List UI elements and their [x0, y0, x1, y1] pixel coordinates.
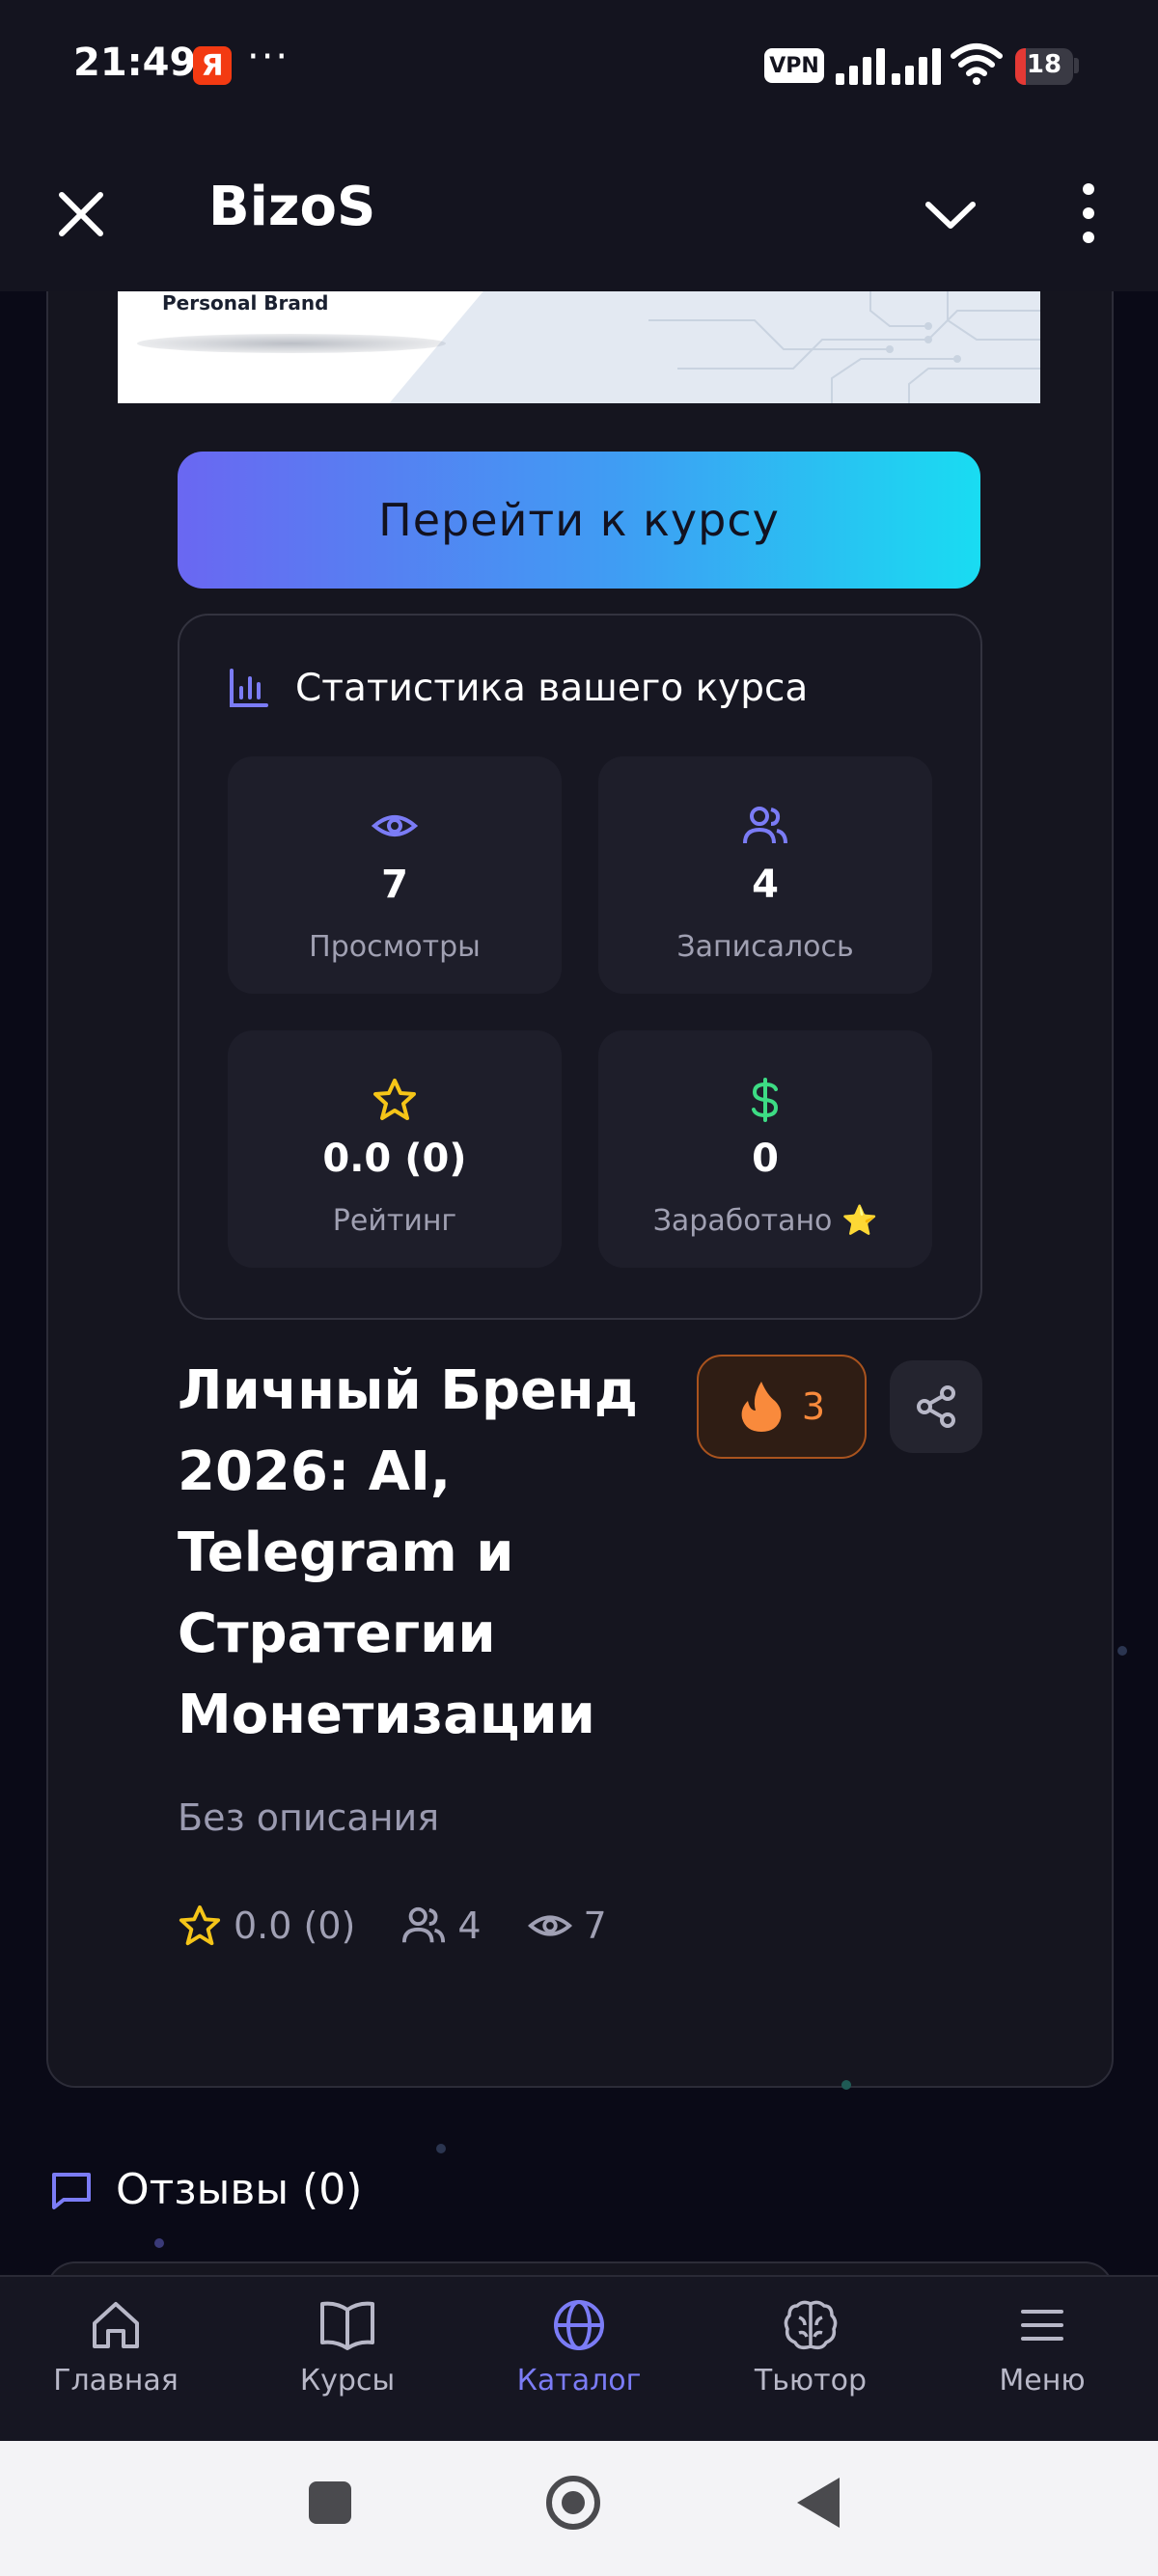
eye-icon [372, 815, 418, 836]
home-icon [93, 2302, 139, 2348]
nav-courses[interactable]: Курсы [251, 2294, 444, 2429]
home-button-icon[interactable] [546, 2476, 600, 2530]
meta-rating: 0.0 (0) [178, 1904, 355, 1948]
nav-menu-label: Меню [999, 2364, 1086, 2398]
stats-header: Статистика вашего курса [228, 664, 808, 712]
book-icon [320, 2301, 374, 2350]
views-caption: Просмотры [309, 930, 481, 964]
star-icon [179, 1905, 221, 1946]
message-icon [52, 2172, 91, 2209]
signal-icon [836, 46, 888, 85]
status-time: 21:49 [73, 41, 197, 85]
views-value: 7 [381, 863, 408, 907]
enrolled-value: 4 [752, 863, 779, 907]
go-to-course-button[interactable]: Перейти к курсу [178, 452, 980, 589]
globe-icon [554, 2300, 604, 2350]
yandex-app-icon: Я [193, 46, 232, 85]
system-navigation-bar [0, 2439, 1158, 2576]
enrolled-caption: Записалось [676, 930, 854, 964]
meta-students-value: 4 [457, 1905, 482, 1947]
close-icon[interactable] [52, 185, 110, 243]
eye-icon [527, 1915, 572, 1936]
rating-caption: Рейтинг [332, 1204, 457, 1238]
wifi-icon [951, 43, 1003, 85]
recent-apps-icon[interactable] [309, 2481, 351, 2524]
nav-tutor[interactable]: Тьютор [714, 2294, 907, 2429]
more-notifications-icon: ··· [247, 35, 290, 79]
course-description: Без описания [178, 1796, 440, 1839]
stat-tile-views: 7 Просмотры [228, 756, 562, 994]
rating-value: 0.0 (0) [322, 1137, 467, 1181]
signal-icon [892, 46, 944, 85]
decor-dot [436, 2144, 446, 2153]
app-screen: 21:49 Я ··· VPN 18 Personal Brand BizoS … [0, 0, 1158, 2576]
nav-catalog-label: Каталог [516, 2364, 642, 2398]
nav-tutor-label: Тьютор [754, 2364, 868, 2398]
reviews-label: Отзывы (0) [116, 2165, 363, 2214]
decor-dot [841, 2080, 851, 2090]
meta-views: 7 [527, 1904, 607, 1948]
earned-caption: Заработано ⭐ [652, 1204, 878, 1238]
stat-tile-rating: 0.0 (0) Рейтинг [228, 1030, 562, 1268]
app-header: BizoS [0, 135, 1158, 291]
status-bar: 21:49 Я ··· VPN 18 [0, 0, 1158, 135]
decor-dot [154, 2238, 164, 2248]
meta-students: 4 [401, 1904, 482, 1948]
fire-count: 3 [801, 1385, 826, 1428]
battery-tip [1074, 58, 1079, 73]
stat-tile-earned: 0 Заработано ⭐ [598, 1030, 932, 1268]
bottom-navigation: Главная Курсы Каталог Тьютор Меню [0, 2275, 1158, 2441]
meta-views-value: 7 [583, 1905, 607, 1947]
course-meta-row: 0.0 (0) 4 7 [178, 1899, 653, 1953]
star-icon [373, 1079, 416, 1120]
reviews-section-header: Отзывы (0) [50, 2165, 362, 2214]
nav-catalog[interactable]: Каталог [482, 2294, 676, 2429]
course-title: Личный Бренд 2026: AI, Telegram и Страте… [178, 1359, 638, 1746]
banner-caption: Personal Brand [162, 291, 329, 315]
fire-reaction-button[interactable]: 3 [697, 1355, 867, 1459]
chevron-down-icon[interactable] [917, 185, 984, 243]
more-vertical-icon[interactable] [1062, 179, 1116, 247]
decor-dot [1117, 1646, 1127, 1656]
nav-home-label: Главная [53, 2364, 179, 2398]
share-icon [917, 1385, 955, 1428]
bar-chart-icon [230, 669, 268, 707]
brain-icon [784, 2300, 838, 2350]
course-banner-image: Personal Brand [118, 291, 1040, 403]
stats-heading: Статистика вашего курса [295, 666, 809, 710]
app-title: BizoS [208, 176, 376, 238]
nav-menu[interactable]: Меню [946, 2294, 1139, 2429]
users-icon [402, 1906, 446, 1943]
course-stats-panel: Статистика вашего курса 7 Просмотры 4 За… [178, 614, 982, 1320]
share-button[interactable] [890, 1360, 982, 1453]
fire-icon [741, 1382, 782, 1432]
circuit-pattern-graphic [648, 291, 1040, 403]
users-icon [743, 807, 787, 844]
menu-icon [1021, 2310, 1063, 2341]
nav-courses-label: Курсы [299, 2364, 396, 2398]
dollar-icon [752, 1078, 779, 1122]
meta-rating-value: 0.0 (0) [234, 1905, 356, 1947]
battery-icon: 18 [1015, 48, 1073, 85]
earned-value: 0 [752, 1137, 779, 1181]
nav-home[interactable]: Главная [19, 2294, 212, 2429]
stat-tile-enrolled: 4 Записалось [598, 756, 932, 994]
battery-level: 18 [1026, 50, 1062, 79]
back-icon[interactable] [797, 2478, 840, 2528]
vpn-icon: VPN [764, 48, 824, 83]
